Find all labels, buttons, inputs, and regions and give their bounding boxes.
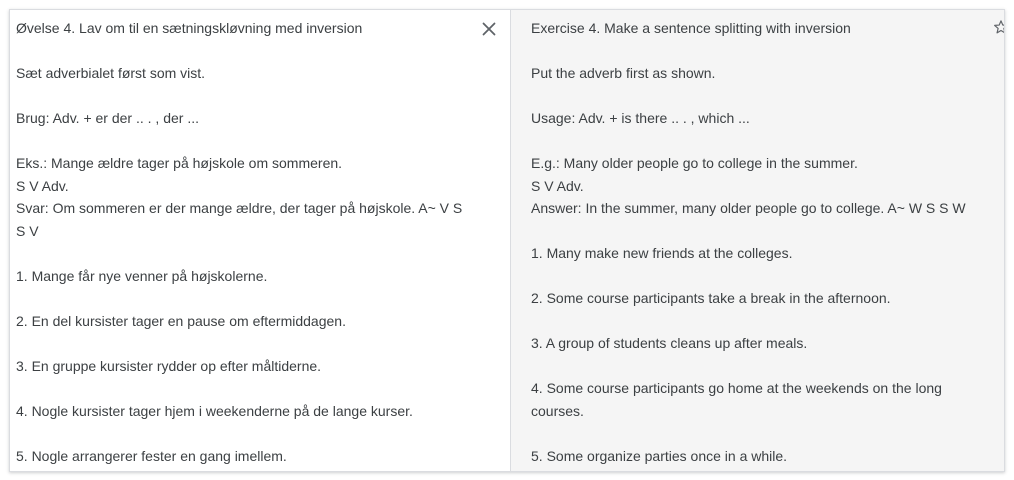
source-text-line: S V Adv. (16, 177, 69, 194)
source-text-line: 2. En del kursister tager en pause om ef… (16, 312, 346, 329)
translation-text-blank-line (531, 40, 979, 63)
clear-source-button[interactable] (477, 17, 501, 41)
translation-text-line: Usage: Adv. + is there .. . , which ... (531, 110, 750, 126)
translation-text-line: E.g.: Many older people go to college in… (531, 155, 858, 171)
source-text-blank-line (16, 130, 474, 153)
translation-text-line: 3. A group of students cleans up after m… (531, 335, 808, 351)
translation-text-blank-line (531, 130, 979, 153)
translation-text-line: Exercise 4. Make a sentence splitting wi… (531, 20, 851, 36)
source-text-line: 1. Mange får nye venner på højskolerne. (16, 267, 268, 284)
translation-text-blank-line (531, 355, 979, 378)
source-text-line: Brug: Adv. + er der .. . , der ... (16, 110, 199, 126)
source-text-blank-line (16, 40, 474, 63)
translation-text-blank-line (531, 310, 979, 333)
source-text-line: 4. Nogle kursister tager hjem i weekende… (16, 402, 413, 419)
translation-text-line: 5. Some organize parties once in a while… (531, 447, 788, 464)
source-text-blank-line (16, 332, 474, 355)
save-translation-button[interactable] (991, 15, 1004, 39)
translation-text-line: Put the adverb first as shown. (531, 65, 716, 81)
source-text-line: 5. Nogle arrangerer fester en gang imell… (16, 447, 287, 464)
source-text-line: Sæt adverbialet først som vist. (16, 65, 206, 81)
close-icon (482, 22, 496, 36)
translation-text-blank-line (531, 265, 979, 288)
translation-text-line: 4. Some course participants go home at t… (531, 380, 942, 419)
source-text[interactable]: Øvelse 4. Lav om til en sætningskløvning… (16, 17, 474, 467)
translation-text-line: S V Adv. (531, 177, 584, 194)
translation-text-blank-line (531, 85, 979, 108)
source-text-line: 3. En gruppe kursister rydder op efter m… (16, 357, 322, 374)
source-text-blank-line (16, 377, 474, 400)
translation-text-pane: Exercise 4. Make a sentence splitting wi… (511, 10, 1004, 471)
source-text-line: Øvelse 4. Lav om til en sætningskløvning… (16, 20, 363, 36)
translation-text-line: Answer: In the summer, many older people… (531, 200, 966, 216)
translation-text-line: 1. Many make new friends at the colleges… (531, 245, 793, 261)
star-icon (994, 20, 1004, 34)
translation-text-blank-line (531, 422, 979, 445)
source-text-pane[interactable]: Øvelse 4. Lav om til en sætningskløvning… (10, 10, 511, 471)
source-text-blank-line (16, 85, 474, 108)
translation-text-blank-line (531, 220, 979, 243)
source-text-blank-line (16, 422, 474, 445)
source-text-blank-line (16, 242, 474, 265)
source-text-blank-line (16, 287, 474, 310)
source-text-line: Svar: Om sommeren er der mange ældre, de… (16, 200, 463, 239)
translation-text-line: 2. Some course participants take a break… (531, 290, 891, 306)
translation-text: Exercise 4. Make a sentence splitting wi… (531, 17, 979, 467)
translation-panel: Øvelse 4. Lav om til en sætningskløvning… (9, 9, 1005, 472)
source-text-line: Eks.: Mange ældre tager på højskole om s… (16, 155, 343, 171)
